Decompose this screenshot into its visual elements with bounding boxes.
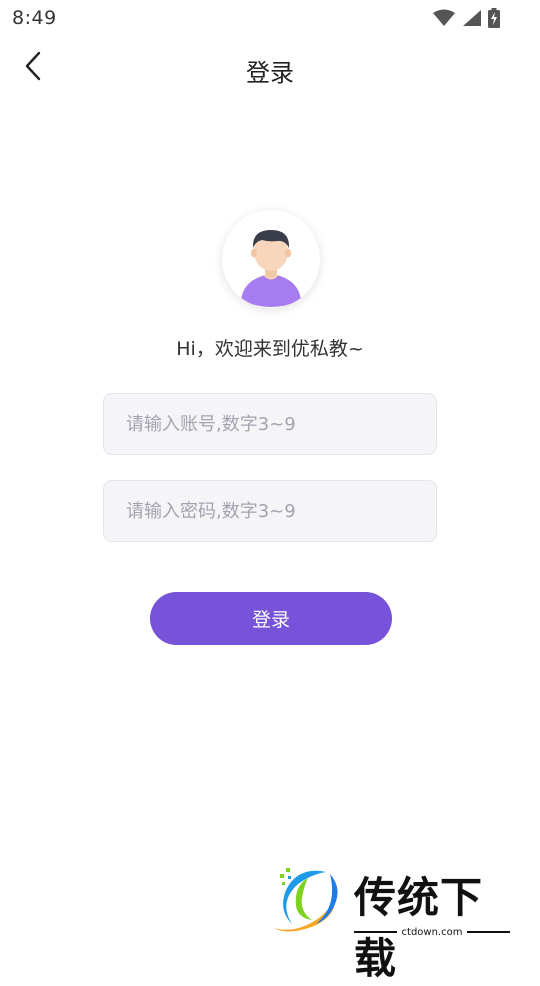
watermark-rule-left: [354, 931, 397, 933]
status-time: 8:49: [12, 7, 57, 29]
nav-bar: 登录: [0, 40, 540, 96]
avatar: [222, 210, 320, 308]
account-input[interactable]: [104, 394, 436, 454]
password-input[interactable]: [104, 481, 436, 541]
greeting-text: Hi，欢迎来到优私教~: [176, 338, 364, 360]
watermark-rule-right: [467, 931, 510, 933]
watermark: 传统下载 ctdown.com: [268, 862, 518, 983]
battery-charging-icon: [488, 8, 500, 32]
avatar-icon: [222, 210, 320, 308]
watermark-url: ctdown.com: [401, 926, 463, 938]
password-field-container: [103, 480, 437, 542]
account-field-container: [103, 393, 437, 455]
status-bar: 8:49: [0, 0, 540, 36]
signal-icon: [462, 9, 482, 31]
page-title: 登录: [246, 59, 294, 87]
wifi-icon: [432, 9, 456, 31]
watermark-url-line: ctdown.com: [354, 926, 510, 938]
login-button[interactable]: 登录: [150, 592, 392, 645]
status-icons: [432, 8, 500, 32]
watermark-title: 传统下载: [354, 873, 484, 983]
